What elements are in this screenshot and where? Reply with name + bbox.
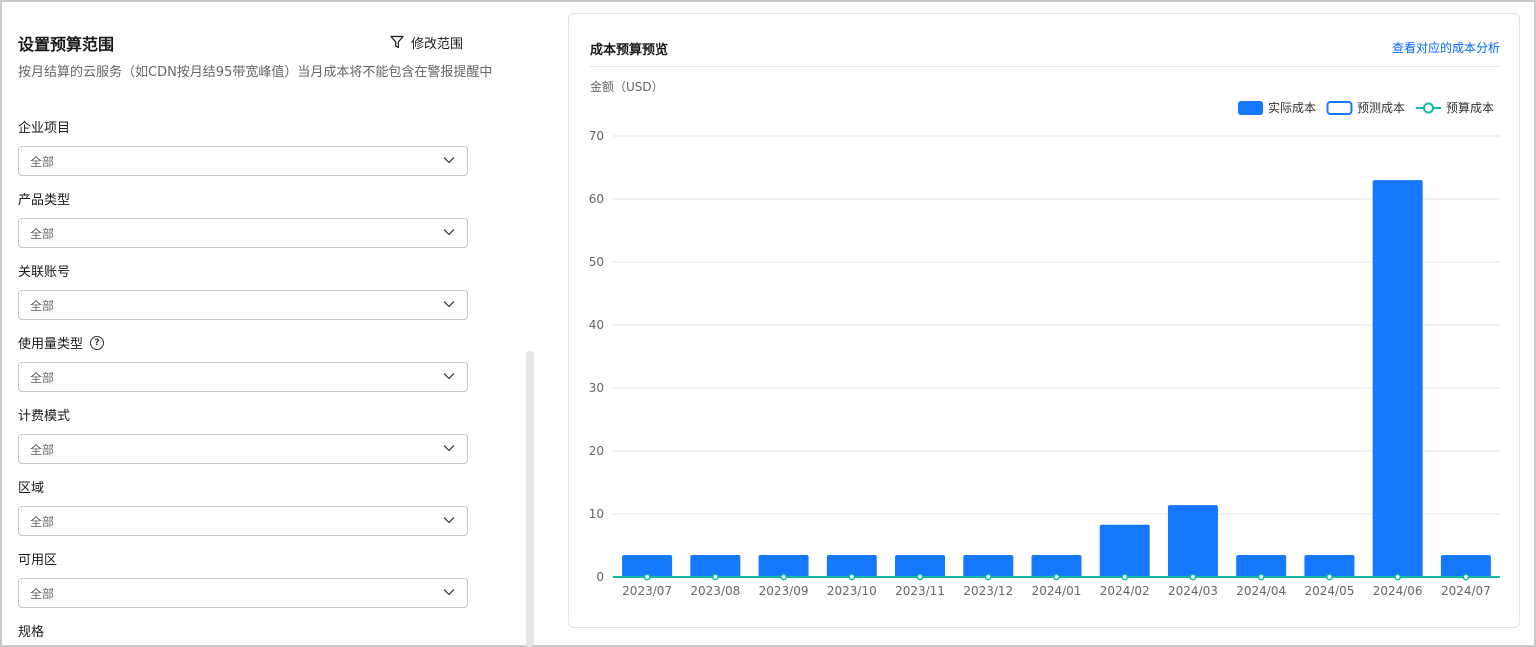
section-title: 设置预算范围 — [18, 35, 115, 54]
chevron-down-icon — [443, 589, 455, 596]
x-tick-label: 2024/03 — [1168, 584, 1218, 598]
select-value: 全部 — [30, 371, 55, 385]
x-tick-label: 2024/05 — [1304, 584, 1354, 598]
legend-swatch-actual — [1238, 101, 1263, 115]
y-axis-label: 金额（USD） — [590, 79, 664, 94]
filter-label-linked-account: 关联账号 — [18, 265, 71, 280]
x-tick-label: 2024/04 — [1236, 584, 1286, 598]
x-tick-label: 2023/10 — [827, 584, 877, 598]
modify-scope-button[interactable]: 修改范围 — [390, 33, 464, 52]
usage-type-select[interactable]: 全部 — [18, 362, 468, 392]
enterprise-project-select[interactable]: 全部 — [18, 146, 468, 176]
scrollbar[interactable] — [526, 351, 534, 647]
chevron-down-icon — [443, 517, 455, 524]
budget-point — [848, 573, 856, 581]
help-icon[interactable]: ? — [90, 335, 105, 350]
availability-zone-select[interactable]: 全部 — [18, 578, 468, 608]
cost-budget-preview-card: 成本预算预览 查看对应的成本分析 金额（USD） 0 10 20 30 40 50 60 70 2… — [568, 13, 1520, 628]
budget-point — [1326, 573, 1333, 581]
filter-label-availability-zone: 可用区 — [18, 553, 58, 568]
cost-budget-chart: 金额（USD） 0 10 20 30 40 50 60 70 2023/07 2023/08 2023… — [589, 79, 1500, 598]
region-select[interactable]: 全部 — [18, 506, 468, 536]
scope-description: 按月结算的云服务（如CDN按月结95带宽峰值）当月成本将不能包含在警报提醒中 — [18, 65, 493, 80]
bar-actual-cost — [1167, 505, 1218, 577]
budget-point — [1053, 573, 1060, 581]
select-value: 全部 — [30, 443, 55, 457]
filter-icon — [390, 35, 404, 49]
y-tick-label: 20 — [589, 444, 604, 458]
filter-label-region: 区域 — [18, 481, 45, 496]
budget-point — [1189, 573, 1197, 581]
y-tick-label: 10 — [589, 507, 604, 521]
budget-point — [916, 573, 924, 581]
budget-point — [1257, 573, 1265, 581]
filter-label-spec: 规格 — [18, 625, 45, 640]
select-value: 全部 — [30, 155, 55, 169]
linked-account-select[interactable]: 全部 — [18, 290, 468, 320]
chevron-down-icon — [443, 301, 455, 308]
chevron-down-icon — [443, 157, 455, 164]
legend-swatch-forecast — [1326, 101, 1353, 115]
y-tick-label: 70 — [589, 129, 604, 143]
x-tick-label: 2023/07 — [622, 584, 672, 598]
chevron-down-icon — [443, 373, 455, 380]
chevron-down-icon — [443, 229, 455, 236]
y-tick-label: 0 — [596, 570, 604, 584]
chevron-down-icon — [443, 445, 455, 452]
y-tick-label: 50 — [589, 255, 604, 269]
budget-point — [1394, 573, 1402, 581]
x-tick-label: 2024/06 — [1373, 584, 1423, 598]
budget-point — [1462, 573, 1470, 581]
y-tick-label: 60 — [589, 192, 604, 206]
select-value: 全部 — [30, 515, 55, 529]
x-tick-label: 2024/01 — [1032, 584, 1082, 598]
budget-point — [1121, 573, 1129, 581]
budget-point — [780, 573, 787, 581]
filter-label-enterprise-project: 企业项目 — [18, 121, 71, 136]
budget-point — [711, 573, 719, 581]
bar-actual-cost — [1372, 180, 1423, 577]
x-tick-label: 2023/12 — [963, 584, 1013, 598]
legend-swatch-budget-marker — [1423, 102, 1434, 114]
budget-point — [984, 573, 992, 581]
legend-label: 预算成本 — [1446, 100, 1494, 115]
product-type-select[interactable]: 全部 — [18, 218, 468, 248]
x-tick-label: 2024/07 — [1441, 584, 1491, 598]
x-tick-label: 2023/09 — [759, 584, 809, 598]
y-tick-label: 40 — [589, 318, 604, 332]
budget-scope-panel: 设置预算范围 修改范围 按月结算的云服务（如CDN按月结95带宽峰值）当月成本将… — [18, 0, 528, 647]
budget-point — [643, 573, 651, 581]
filter-label-product-type: 产品类型 — [18, 193, 71, 208]
select-value: 全部 — [30, 299, 55, 313]
select-value: 全部 — [30, 587, 55, 601]
bar-actual-cost — [1099, 524, 1150, 577]
billing-mode-select[interactable]: 全部 — [18, 434, 468, 464]
legend-label: 预测成本 — [1357, 101, 1405, 115]
filter-label-billing-mode: 计费模式 — [18, 409, 71, 424]
select-value: 全部 — [30, 227, 55, 241]
y-tick-label: 30 — [589, 381, 604, 395]
modify-scope-label: 修改范围 — [411, 36, 464, 52]
filter-label-usage-type: 使用量类型 ? — [18, 333, 105, 352]
x-tick-label: 2023/08 — [690, 584, 740, 598]
x-tick-label: 2024/02 — [1100, 584, 1150, 598]
x-tick-label: 2023/11 — [895, 584, 945, 598]
legend-label: 实际成本 — [1268, 100, 1316, 115]
